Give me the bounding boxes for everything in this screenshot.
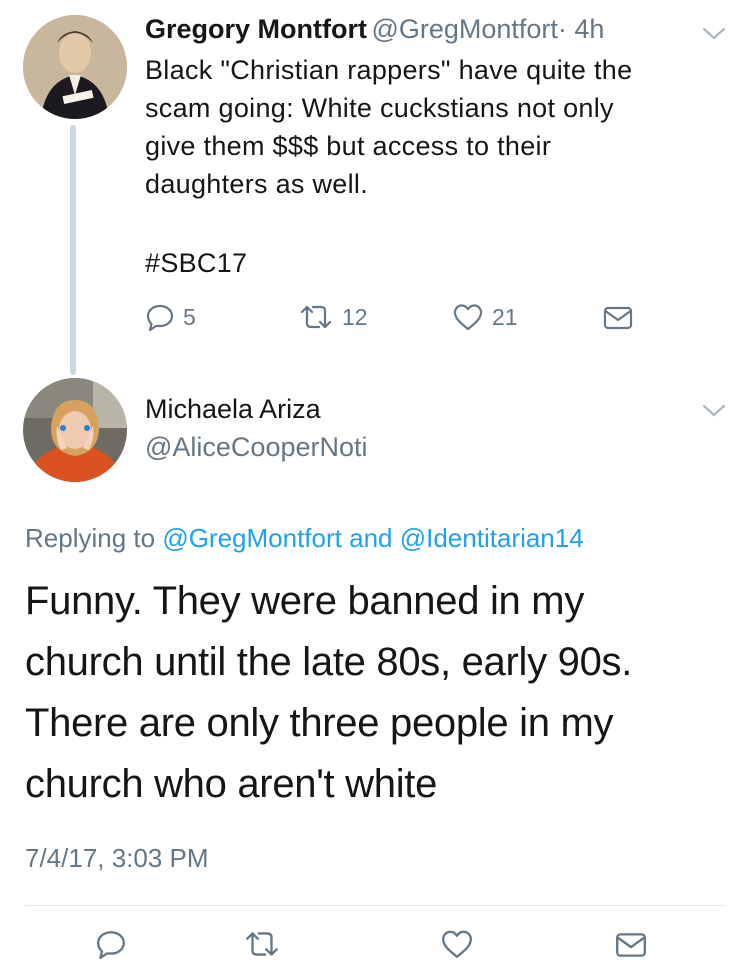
author-name[interactable]: Gregory Montfort bbox=[145, 14, 367, 44]
tweet-line: daughters as well. bbox=[145, 169, 369, 199]
thread-line bbox=[70, 125, 76, 375]
avatar-gregory-montfort[interactable] bbox=[23, 15, 127, 119]
reply-button[interactable]: 5 bbox=[145, 302, 196, 332]
chevron-down-icon[interactable] bbox=[702, 27, 726, 46]
replying-and[interactable]: and bbox=[349, 523, 392, 553]
reply-line: church who aren't white bbox=[25, 762, 438, 806]
retweet-icon bbox=[300, 305, 332, 329]
tweet-line: scam going: White cuckstians not only bbox=[145, 93, 614, 123]
retweet-button[interactable]: 12 bbox=[298, 302, 368, 332]
reply-button[interactable] bbox=[95, 928, 127, 960]
like-icon bbox=[442, 930, 472, 958]
reply-timestamp[interactable]: 7/4/17, 3:03 PM bbox=[25, 843, 209, 874]
reply-text: Funny. They were banned in my church unt… bbox=[25, 571, 735, 815]
replying-user-link[interactable]: @Identitarian14 bbox=[400, 523, 584, 553]
message-icon bbox=[603, 306, 633, 330]
tweet-text: Black "Christian rappers" have quite the… bbox=[145, 51, 725, 203]
reply-author-handle[interactable]: @AliceCooperNoti bbox=[145, 432, 368, 463]
retweet-button[interactable] bbox=[243, 928, 281, 960]
retweet-count: 12 bbox=[342, 303, 368, 330]
reply-line: Funny. They were banned in my bbox=[25, 579, 585, 623]
reply-author-name[interactable]: Michaela Ariza bbox=[145, 394, 321, 425]
author-handle[interactable]: @GregMontfort bbox=[371, 14, 557, 44]
reply-icon bbox=[146, 304, 174, 332]
hashtag[interactable]: #SBC17 bbox=[145, 244, 247, 282]
reply-line: There are only three people in my bbox=[25, 701, 614, 745]
reply-line: church until the late 80s, early 90s. bbox=[25, 640, 633, 684]
message-icon bbox=[616, 933, 646, 957]
replying-user-link[interactable]: @GregMontfort bbox=[162, 523, 342, 553]
like-button[interactable] bbox=[440, 928, 474, 960]
replying-prefix: Replying to bbox=[25, 523, 156, 553]
message-button[interactable] bbox=[614, 930, 648, 960]
divider bbox=[25, 905, 725, 906]
tweet-line: Black "Christian rappers" have quite the bbox=[145, 55, 633, 85]
like-count: 21 bbox=[492, 303, 518, 330]
tweet-line: give them $$$ but access to their bbox=[145, 131, 552, 161]
reply-icon bbox=[97, 931, 125, 960]
retweet-icon bbox=[246, 932, 278, 956]
like-button[interactable]: 21 bbox=[452, 302, 518, 332]
avatar-michaela-ariza[interactable] bbox=[23, 378, 127, 482]
tweet-time[interactable]: · 4h bbox=[558, 14, 605, 44]
replying-to: Replying to @GregMontfort and @Identitar… bbox=[25, 523, 584, 554]
message-button[interactable] bbox=[602, 304, 634, 332]
chevron-down-icon[interactable] bbox=[702, 404, 726, 423]
reply-count: 5 bbox=[183, 303, 196, 330]
like-icon bbox=[453, 304, 483, 331]
